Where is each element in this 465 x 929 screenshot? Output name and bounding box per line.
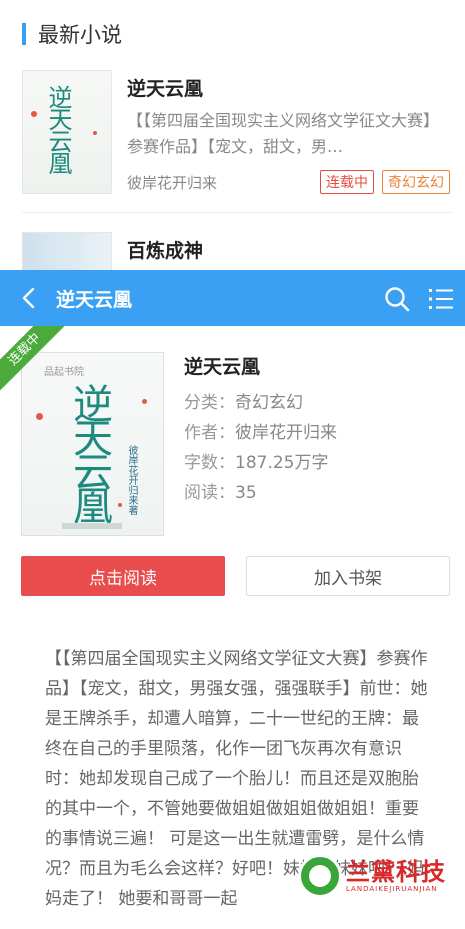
cover-title: 逆天云凰 <box>44 85 72 173</box>
section-accent-bar <box>22 23 26 45</box>
page-title: 逆天云凰 <box>56 289 133 311</box>
field-label: 作者： <box>184 423 235 443</box>
cover-author: 彼岸花开归来著 <box>126 445 137 515</box>
cover-decoration <box>36 413 43 420</box>
book-title[interactable]: 逆天云凰 <box>127 74 203 101</box>
status-ribbon: 连载中 <box>0 326 70 396</box>
cover-decoration <box>93 131 97 135</box>
list-item[interactable]: 百炼成神 <box>22 232 452 272</box>
book-cover[interactable] <box>22 232 112 272</box>
book-author: 彼岸花开归来 <box>127 174 218 192</box>
watermark-subtext: LANDAIKEJIRUANJIAN <box>346 885 438 893</box>
watermark-text: 兰黛科技 <box>346 858 446 886</box>
field-label: 阅读： <box>184 483 235 503</box>
section-title: 最新小说 <box>38 23 122 47</box>
field-value: 35 <box>235 483 257 503</box>
add-to-shelf-button[interactable]: 加入书架 <box>246 556 450 596</box>
field-value: 彼岸花开归来 <box>235 423 337 443</box>
background-list-page: 最新小说 逆天云凰 逆天云凰 【【第四届全国现实主义网络文学征文大赛】参赛作品】… <box>0 0 465 272</box>
list-item[interactable]: 逆天云凰 逆天云凰 【【第四届全国现实主义网络文学征文大赛】参赛作品】【宠文，甜… <box>22 70 452 194</box>
status-tag: 连载中 <box>320 170 374 194</box>
status-ribbon-label: 连载中 <box>0 326 70 396</box>
field-value: 奇幻玄幻 <box>235 393 303 413</box>
book-title[interactable]: 百炼成神 <box>127 236 203 263</box>
field-label: 分类： <box>184 393 235 413</box>
section-header: 最新小说 <box>22 20 122 48</box>
divider <box>22 212 452 213</box>
book-category: 分类：奇幻玄幻 <box>184 388 303 413</box>
category-tag: 奇幻玄幻 <box>382 170 450 194</box>
detail-header: 逆天云凰 <box>0 270 465 326</box>
book-tags: 连载中 奇幻玄幻 <box>320 170 450 194</box>
cover-decoration <box>62 523 122 529</box>
book-cover[interactable]: 逆天云凰 <box>22 70 112 194</box>
watermark: 兰黛科技 LANDAIKEJIRUANJIAN <box>292 852 462 902</box>
search-icon[interactable] <box>384 286 410 312</box>
book-title: 逆天云凰 <box>184 356 261 378</box>
book-description: 【【第四届全国现实主义网络文学征文大赛】参赛作品】【宠文，甜文，男… <box>127 111 440 156</box>
field-label: 字数： <box>184 453 235 473</box>
cover-decoration <box>31 111 37 117</box>
book-author: 作者：彼岸花开归来 <box>184 418 337 443</box>
list-menu-icon[interactable] <box>428 287 454 311</box>
read-button[interactable]: 点击阅读 <box>21 556 225 596</box>
book-word-count: 字数：187.25万字 <box>184 448 328 473</box>
cover-decoration <box>142 399 147 404</box>
cover-title: 逆天云凰 <box>66 383 112 519</box>
field-value: 187.25万字 <box>235 453 329 473</box>
book-read-count: 阅读：35 <box>184 478 257 503</box>
watermark-logo-icon <box>298 854 342 898</box>
chevron-left-icon[interactable] <box>18 286 42 310</box>
cover-decoration <box>118 503 122 507</box>
book-detail: 品起书院 逆天云凰 彼岸花开归来著 连载中 逆天云凰 分类：奇幻玄幻 作者：彼岸… <box>0 326 465 923</box>
